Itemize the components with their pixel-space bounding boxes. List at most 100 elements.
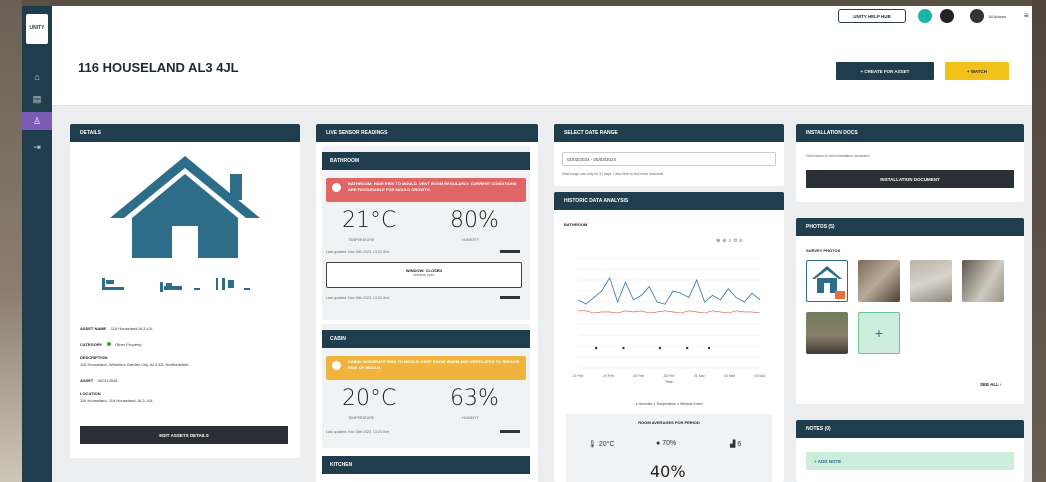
temp-average: 🌡︎ 20°C [588, 440, 614, 448]
app-logo[interactable]: UNITY [26, 14, 48, 44]
cabin-panel: CABIN CABIN: MODERATE RISK TO MOULD. KEE… [322, 324, 530, 448]
window-status-box: WINDOW: CLOSED Window open [326, 262, 522, 288]
x-tick-label: 22 Feb [573, 374, 584, 378]
historic-chart: 22 Feb 24 Feb 26 Feb 28 Feb 01 Mar 03 Mar 05 M… [573, 257, 767, 384]
sensor-card: LIVE SENSOR READINGS BATHROOM BATHROOM: … [316, 124, 538, 482]
cabin-updated: Last updated: Nov 15th 2023, 13:23 Gmt [326, 430, 390, 434]
bathroom-humidity: 80% [450, 208, 499, 233]
window-event-point [707, 346, 711, 350]
search-icon[interactable] [940, 9, 954, 23]
details-card: DETAILS ASSET NAME 116 Houseland AL3 4JL… [70, 124, 300, 458]
menu-icon[interactable]: ≡ [1024, 11, 1029, 20]
alert-icon [332, 183, 341, 192]
bathroom-updated: Last updated: Nov 15th 2023, 13:23 Gmt [326, 250, 390, 254]
notes-card: NOTES (0) + ADD NOTE [796, 420, 1024, 482]
building-icon[interactable]: ▤ [22, 90, 52, 108]
background-right [1032, 0, 1046, 482]
alert-icon [332, 361, 341, 370]
window-updated: Last updated: Nov 15th 2023, 13:23 Gmt [326, 296, 390, 300]
installation-document-button[interactable]: INSTALLATION DOCUMENT [806, 170, 1014, 188]
bathroom-alert-text: BATHROOM: HIGH RISK TO MOULD. VENT ROOM … [348, 181, 517, 192]
window-signal-icon [500, 296, 520, 299]
legend-temperature: Temperature [656, 402, 676, 406]
historic-card: HISTORIC DATA ANALYSIS BATHROOM ⊕⊖⌕⟲≡ 22… [554, 192, 784, 482]
installation-header: INSTALLATION DOCS [796, 124, 1024, 142]
see-all-link[interactable]: SEE ALL › [980, 382, 1002, 387]
temp-average-value: 20°C [598, 441, 615, 448]
x-tick-label: 05 Mar [755, 374, 767, 378]
cabin-alert: CABIN: MODERATE RISK TO MOULD. KEEP ROOM… [326, 356, 526, 380]
cabin-signal-icon [500, 430, 520, 433]
user-icon[interactable]: ♙ [22, 112, 52, 130]
asset-id-label: ASSET [80, 378, 94, 383]
avatar[interactable] [970, 9, 984, 23]
x-tick-label: 01 Mar [694, 374, 706, 378]
humidity-average: ● 70% [656, 440, 676, 447]
historic-header: HISTORIC DATA ANALYSIS [554, 192, 784, 210]
app-window: UNITY ⌂ ▤ ♙ ⇥ UNITY HELP HUB Jill Adams … [22, 6, 1032, 482]
date-range-header: SELECT DATE RANGE [554, 124, 784, 142]
house-icon [102, 156, 260, 292]
cabin-temperature-caption: TEMPERATURE [348, 416, 375, 420]
date-range-input[interactable]: 01/03/2024 - 05/03/2024 [562, 152, 776, 166]
watch-button[interactable]: + WATCH [945, 62, 1009, 80]
sidebar: UNITY ⌂ ▤ ♙ ⇥ [22, 6, 52, 482]
see-all-label: SEE ALL [980, 382, 999, 387]
cabin-alert-text: CABIN: MODERATE RISK TO MOULD. KEEP ROOM… [348, 359, 520, 370]
window-event-point [595, 346, 598, 350]
create-asset-button[interactable]: + CREATE FOR ASSET [836, 62, 934, 80]
add-photo-button[interactable]: + [858, 312, 900, 354]
photo-thumb-2[interactable] [858, 260, 900, 302]
page-header: 116 HOUSELAND AL3 4JL + CREATE FOR ASSET… [52, 30, 1032, 106]
help-hub-button[interactable]: UNITY HELP HUB [838, 9, 906, 23]
chart-toolbar-icon[interactable]: ⊕⊖⌕⟲≡ [716, 238, 744, 244]
photo-thumb-1[interactable] [806, 260, 848, 302]
x-tick-label: 26 Feb [633, 374, 644, 378]
asset-id-value: 000113045 [97, 378, 118, 383]
add-note-button[interactable]: + ADD NOTE [806, 452, 1014, 470]
notification-icon[interactable] [918, 9, 932, 23]
bathroom-temperature-caption: TEMPERATURE [348, 238, 375, 242]
window-average-value: 6 [737, 441, 742, 448]
photo-thumb-5[interactable] [806, 312, 848, 354]
details-header: DETAILS [70, 124, 300, 142]
cabin-header: CABIN [322, 330, 530, 348]
x-tick-label: 28 Feb [664, 374, 675, 378]
photo-thumb-3[interactable] [910, 260, 952, 302]
thermometer-icon: 🌡︎ [588, 441, 597, 448]
cabin-temperature: 20°C [342, 386, 397, 411]
description-label: DESCRIPTION [80, 355, 108, 360]
location-value: 116 Houseland, 116 Houseland, AL3, 4JL [80, 398, 154, 403]
photos-card: PHOTOS (5) SURVEY PHOTOS + SEE ALL › [796, 218, 1024, 404]
window-average: ▟ 6 [730, 440, 741, 448]
window-icon: ▟ [730, 441, 736, 448]
photo-thumb-4[interactable] [962, 260, 1004, 302]
category-value: Other Property [115, 342, 142, 347]
window-event-point [686, 346, 689, 350]
chevron-right-icon: › [1000, 382, 1002, 387]
bathroom-temperature: 21°C [342, 208, 397, 233]
description-value: 116 Houseland, Wheelers Garden City, AL3… [80, 362, 189, 367]
notes-header: NOTES (0) [796, 420, 1024, 438]
bathroom-signal-icon [500, 250, 520, 253]
edit-asset-details-button[interactable]: EDIT ASSETS DETAILS [80, 426, 288, 444]
legend-window-event: Window Event [680, 402, 703, 406]
averages-title: ROOM AVERAGES FOR PERIOD [638, 420, 700, 425]
asset-name-value: 116 Houseland AL3 4JL [110, 326, 153, 331]
droplet-icon: ● [656, 440, 661, 447]
asset-name-label: ASSET NAME [80, 326, 107, 331]
historic-room: BATHROOM [564, 222, 588, 227]
date-range-hint: Date range can only be 31 days. Click he… [562, 172, 664, 176]
cabin-humidity-caption: HUMIDITY [462, 416, 479, 420]
logout-icon[interactable]: ⇥ [22, 138, 52, 156]
bathroom-alert: BATHROOM: HIGH RISK TO MOULD. VENT ROOM … [326, 178, 526, 202]
user-name[interactable]: Jill Adams [988, 14, 1006, 19]
window-event-point [658, 346, 662, 350]
bathroom-header: BATHROOM [322, 152, 530, 170]
kitchen-header: KITCHEN [322, 456, 530, 474]
home-icon[interactable]: ⌂ [22, 68, 52, 86]
chart-legend: ● Humidity ● Temperature ● Window Event [635, 402, 703, 406]
bathroom-humidity-caption: HUMIDITY [462, 238, 479, 242]
sensor-header: LIVE SENSOR READINGS [316, 124, 538, 142]
legend-humidity: Humidity [638, 402, 653, 406]
